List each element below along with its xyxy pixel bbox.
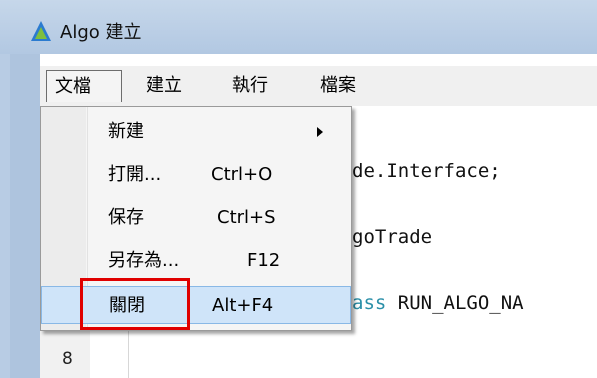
window-frame-inner: [10, 54, 40, 378]
code-keyword: ass: [352, 292, 387, 314]
menu-item-label: 另存為...: [108, 250, 180, 271]
menu-bar: [40, 66, 597, 106]
menu-run[interactable]: 執行: [232, 70, 268, 102]
menu-item-label: 新建: [108, 121, 144, 142]
menu-archive[interactable]: 檔案: [320, 70, 356, 102]
menu-item-shortcut: Ctrl+O: [211, 164, 273, 185]
window-title: Algo 建立: [60, 22, 142, 43]
menu-item-shortcut: F12: [247, 250, 281, 271]
menu-item-shortcut: Alt+F4: [212, 295, 274, 316]
code-line-namespace: goTrade: [352, 226, 433, 248]
code-class-name: RUN_ALGO_NA: [386, 292, 524, 314]
code-line-class: ass RUN_ALGO_NA: [352, 292, 524, 314]
menu-file[interactable]: 文檔: [46, 70, 122, 102]
menu-item-label: 保存: [108, 207, 144, 228]
line-number: 8: [62, 349, 73, 369]
menu-item-new[interactable]: 新建: [41, 113, 351, 151]
app-window: Algo 建立 文檔 建立 執行 檔案 8 de.Interface; goTr…: [0, 0, 597, 378]
app-logo-icon: [31, 21, 51, 41]
annotation-highlight-box: [80, 278, 190, 330]
menu-item-open[interactable]: 打開... Ctrl+O: [41, 156, 351, 194]
menu-item-label: 打開...: [108, 164, 162, 185]
menu-item-shortcut: Ctrl+S: [217, 207, 276, 228]
menu-item-save[interactable]: 保存 Ctrl+S: [41, 199, 351, 237]
code-line-using: de.Interface;: [352, 160, 501, 182]
menu-build[interactable]: 建立: [146, 70, 182, 102]
title-bar: Algo 建立: [0, 0, 597, 54]
menu-item-save-as[interactable]: 另存為... F12: [41, 242, 351, 280]
submenu-arrow-icon: [317, 127, 323, 137]
